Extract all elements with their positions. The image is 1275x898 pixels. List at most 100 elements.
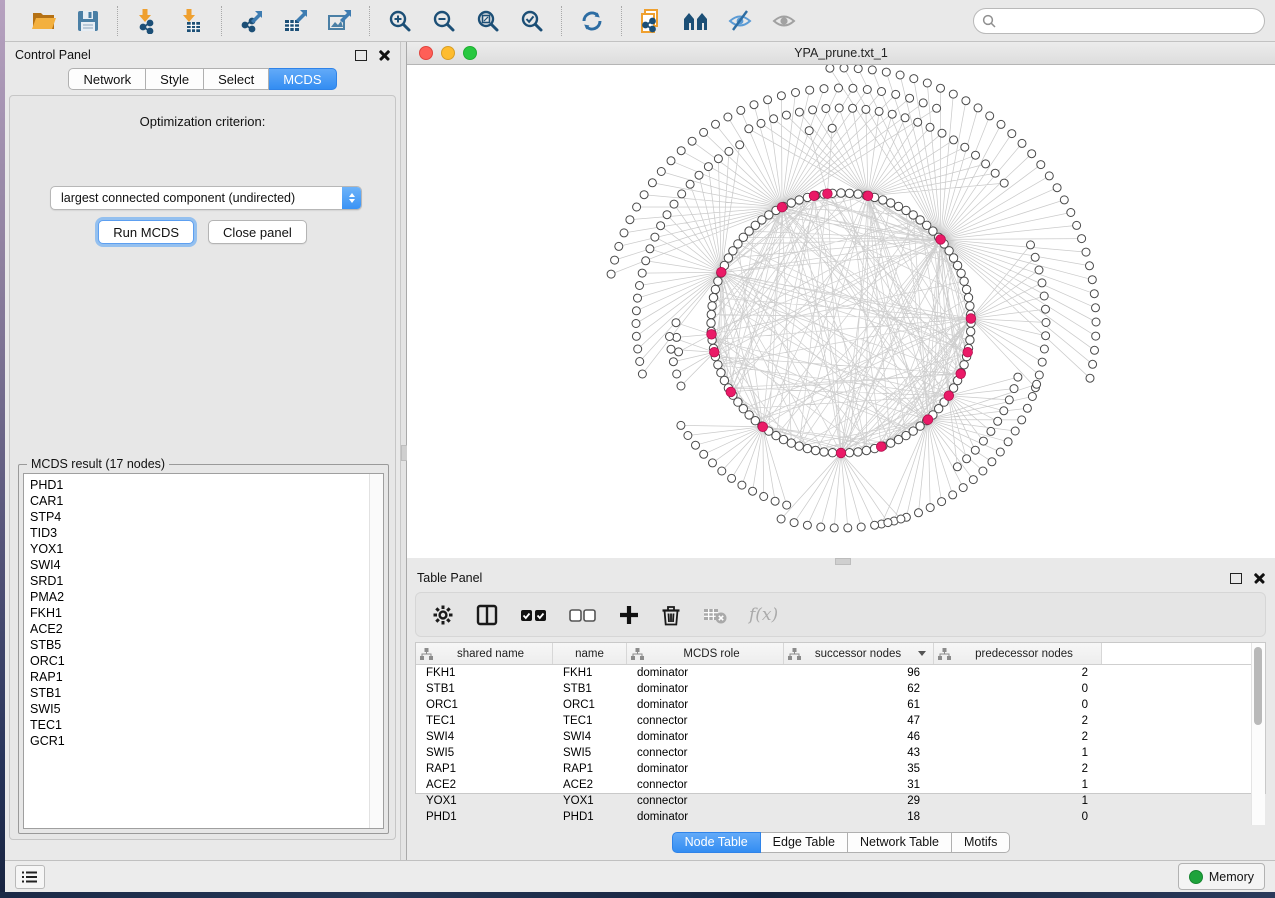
graph-node[interactable]	[711, 285, 719, 293]
graph-node[interactable]	[863, 86, 871, 94]
graph-node[interactable]	[632, 320, 640, 328]
close-panel-icon[interactable]	[379, 50, 390, 61]
graph-node[interactable]	[862, 446, 870, 454]
graph-node[interactable]	[670, 200, 678, 208]
graph-node[interactable]	[996, 448, 1004, 456]
tab-style[interactable]: Style	[146, 68, 204, 90]
graph-node[interactable]	[879, 196, 887, 204]
graph-node[interactable]	[906, 94, 914, 102]
memory-button[interactable]: Memory	[1178, 863, 1265, 890]
graph-node[interactable]	[771, 497, 779, 505]
graph-hub-node[interactable]	[777, 202, 787, 212]
graph-node[interactable]	[1038, 358, 1046, 366]
graph-node[interactable]	[923, 79, 931, 87]
graph-node[interactable]	[1092, 304, 1100, 312]
graph-node[interactable]	[667, 345, 675, 353]
graph-node[interactable]	[854, 448, 862, 456]
graph-node[interactable]	[820, 85, 828, 93]
graph-node[interactable]	[1089, 360, 1097, 368]
graph-node[interactable]	[1042, 305, 1050, 313]
tab-motifs[interactable]: Motifs	[952, 832, 1010, 853]
table-row-PHD1[interactable]: PHD1PHD1dominator180	[416, 809, 1251, 825]
mcds-result-item[interactable]: PHD1	[30, 477, 369, 493]
mcds-result-item[interactable]: STB5	[30, 637, 369, 653]
graph-node[interactable]	[1042, 319, 1050, 327]
graph-node[interactable]	[974, 104, 982, 112]
graph-node[interactable]	[1042, 332, 1050, 340]
mcds-result-item[interactable]: GCR1	[30, 733, 369, 749]
graph-node[interactable]	[672, 319, 680, 327]
graph-node[interactable]	[634, 294, 642, 302]
graph-node[interactable]	[707, 319, 715, 327]
graph-node[interactable]	[777, 92, 785, 100]
close-panel-button[interactable]: Close panel	[208, 220, 307, 244]
graph-node[interactable]	[714, 277, 722, 285]
export-table-icon[interactable]	[281, 6, 311, 36]
import-network-icon[interactable]	[133, 6, 163, 36]
graph-node[interactable]	[795, 108, 803, 116]
table-row-YOX1[interactable]: YOX1YOX1connector291	[416, 793, 1251, 809]
hide-graphics-details-icon[interactable]	[725, 6, 755, 36]
graph-node[interactable]	[714, 361, 722, 369]
graph-node[interactable]	[718, 467, 726, 475]
graph-node[interactable]	[1000, 179, 1008, 187]
graph-node[interactable]	[1040, 345, 1048, 353]
table-scrollbar[interactable]	[1251, 643, 1265, 825]
graph-node[interactable]	[845, 449, 853, 457]
tab-network[interactable]: Network	[68, 68, 146, 90]
graph-node[interactable]	[1018, 416, 1026, 424]
deselect-all-checkboxes-icon[interactable]	[569, 605, 597, 625]
run-mcds-button[interactable]: Run MCDS	[98, 220, 194, 244]
mcds-result-item[interactable]: STB1	[30, 685, 369, 701]
table-row-FKH1[interactable]: FKH1FKH1dominator962	[416, 665, 1251, 681]
mcds-list-scrollbar[interactable]	[369, 474, 383, 828]
graph-node[interactable]	[915, 509, 923, 517]
graph-hub-node[interactable]	[956, 369, 966, 379]
save-session-icon[interactable]	[73, 6, 103, 36]
graph-node[interactable]	[910, 75, 918, 83]
graph-node[interactable]	[724, 113, 732, 121]
add-column-icon[interactable]	[618, 604, 640, 626]
float-panel-icon[interactable]	[355, 50, 367, 61]
mcds-result-item[interactable]: YOX1	[30, 541, 369, 557]
graph-node[interactable]	[991, 169, 999, 177]
search-box[interactable]	[973, 8, 1265, 34]
mcds-result-item[interactable]: CAR1	[30, 493, 369, 509]
graph-hub-node[interactable]	[809, 191, 819, 201]
graph-node[interactable]	[888, 110, 896, 118]
graph-node[interactable]	[620, 229, 628, 237]
close-table-panel-icon[interactable]	[1254, 573, 1265, 584]
graph-node[interactable]	[961, 143, 969, 151]
graph-node[interactable]	[782, 111, 790, 119]
table-row-STB1[interactable]: STB1STB1dominator620	[416, 681, 1251, 697]
graph-node[interactable]	[854, 65, 862, 73]
optimization-criterion-select[interactable]: largest connected component (undirected)	[50, 186, 362, 210]
graph-node[interactable]	[986, 112, 994, 120]
graph-node[interactable]	[1008, 130, 1016, 138]
open-file-icon[interactable]	[29, 6, 59, 36]
graph-node[interactable]	[963, 455, 971, 463]
graph-node[interactable]	[783, 501, 791, 509]
export-image-icon[interactable]	[325, 6, 355, 36]
float-table-panel-icon[interactable]	[1230, 573, 1242, 584]
graph-node[interactable]	[953, 463, 961, 471]
table-row-TEC1[interactable]: TEC1TEC1connector472	[416, 713, 1251, 729]
graph-node[interactable]	[663, 211, 671, 219]
select-all-checkboxes-icon[interactable]	[520, 605, 548, 625]
mcds-result-item[interactable]: TID3	[30, 525, 369, 541]
graph-node[interactable]	[1073, 221, 1081, 229]
graph-node[interactable]	[803, 444, 811, 452]
graph-node[interactable]	[960, 277, 968, 285]
graph-node[interactable]	[988, 458, 996, 466]
graph-node[interactable]	[725, 147, 733, 155]
graph-hub-node[interactable]	[726, 387, 736, 397]
graph-node[interactable]	[826, 65, 834, 72]
graph-node[interactable]	[667, 157, 675, 165]
graph-node[interactable]	[1014, 373, 1022, 381]
graph-node[interactable]	[757, 119, 765, 127]
mcds-result-item[interactable]: ORC1	[30, 653, 369, 669]
graph-node[interactable]	[949, 491, 957, 499]
graph-node[interactable]	[1086, 262, 1094, 270]
zoom-in-icon[interactable]	[385, 6, 415, 36]
birdseye-view-icon[interactable]	[681, 6, 711, 36]
